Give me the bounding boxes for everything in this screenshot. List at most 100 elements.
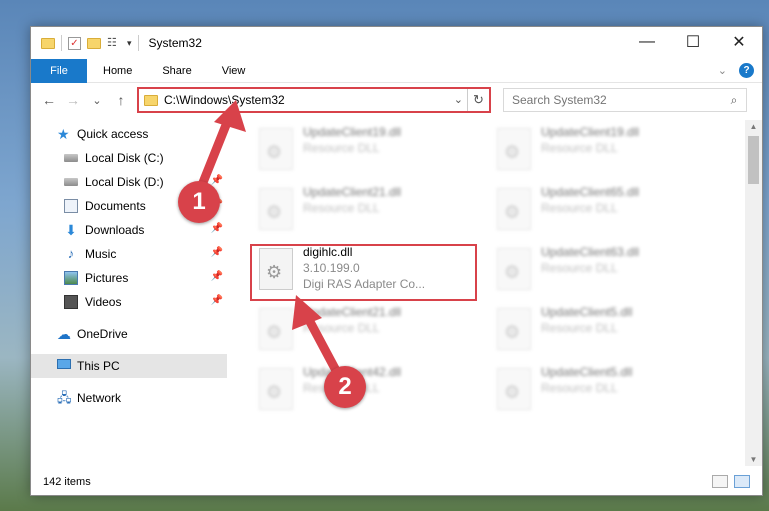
file-name: UpdateClient19.dll bbox=[303, 125, 402, 139]
sidebar-item-label: Local Disk (D:) bbox=[85, 175, 164, 189]
search-box[interactable]: ⌕ bbox=[503, 88, 747, 112]
title-bar: ✓ ☷ ▾ System32 — ☐ ✕ bbox=[31, 27, 762, 59]
network-icon: 🖧 bbox=[57, 390, 72, 405]
dll-file-icon bbox=[259, 308, 293, 350]
file-item[interactable]: UpdateClient5.dll Resource DLL bbox=[489, 364, 709, 416]
help-icon[interactable]: ? bbox=[739, 63, 754, 78]
view-options-icon[interactable]: ☷ bbox=[107, 36, 121, 50]
tab-view[interactable]: View bbox=[206, 59, 260, 83]
quick-access-toolbar: ✓ ☷ ▾ bbox=[31, 35, 139, 51]
file-meta: Resource DLL bbox=[541, 381, 618, 395]
sidebar-item-pictures[interactable]: Pictures 📌 bbox=[31, 266, 227, 290]
file-explorer-window: ✓ ☷ ▾ System32 — ☐ ✕ File Home Share Vie… bbox=[30, 26, 763, 496]
navigation-bar: ← → ⌄ ↑ C:\Windows\System32 ⌄ ↻ ⌕ bbox=[31, 84, 762, 116]
dll-file-icon bbox=[259, 368, 293, 410]
back-button[interactable]: ← bbox=[37, 92, 61, 108]
file-highlight-box bbox=[250, 244, 477, 301]
new-folder-icon[interactable] bbox=[87, 37, 101, 49]
address-bar[interactable]: C:\Windows\System32 ⌄ ↻ bbox=[137, 87, 491, 113]
music-icon: ♪ bbox=[67, 246, 75, 261]
dll-file-icon bbox=[497, 368, 531, 410]
file-item[interactable]: UpdateClient19.dll Resource DLL bbox=[251, 124, 471, 176]
search-input[interactable] bbox=[504, 93, 722, 107]
scroll-up-icon[interactable]: ▲ bbox=[745, 122, 762, 131]
forward-button[interactable]: → bbox=[61, 92, 85, 108]
dll-file-icon bbox=[259, 188, 293, 230]
pin-icon: 📌 bbox=[210, 271, 223, 282]
ribbon-tabs: File Home Share View ⌄ ? bbox=[31, 58, 762, 83]
file-item[interactable]: UpdateClient5.dll Resource DLL bbox=[489, 304, 709, 356]
file-item[interactable]: UpdateClient21.dll Resource DLL bbox=[251, 184, 471, 236]
minimize-button[interactable]: — bbox=[624, 27, 670, 57]
sidebar-item-label: Downloads bbox=[85, 223, 145, 237]
sidebar-item-label: OneDrive bbox=[77, 327, 128, 341]
window-title: System32 bbox=[148, 36, 202, 50]
dll-file-icon bbox=[497, 188, 531, 230]
sidebar-item-label: Documents bbox=[85, 199, 146, 213]
address-dropdown-icon[interactable]: ⌄ bbox=[454, 93, 463, 106]
refresh-icon[interactable]: ↻ bbox=[467, 89, 489, 111]
file-name: UpdateClient65.dll bbox=[541, 185, 640, 199]
scroll-down-icon[interactable]: ▼ bbox=[745, 455, 762, 464]
file-meta: Resource DLL bbox=[303, 321, 380, 335]
tiles-view-icon[interactable] bbox=[734, 475, 750, 488]
pin-icon: 📌 bbox=[210, 175, 223, 186]
dll-file-icon bbox=[259, 128, 293, 170]
item-count: 142 items bbox=[43, 476, 91, 488]
sidebar-item-quick-access[interactable]: ★ Quick access bbox=[31, 122, 227, 146]
sidebar-item-onedrive[interactable]: ☁ OneDrive bbox=[31, 322, 227, 346]
close-button[interactable]: ✕ bbox=[716, 27, 762, 57]
tab-share[interactable]: Share bbox=[146, 59, 205, 83]
cloud-icon: ☁ bbox=[57, 326, 71, 342]
view-switcher bbox=[712, 475, 750, 488]
file-meta: Resource DLL bbox=[303, 201, 380, 215]
sidebar-item-this-pc[interactable]: This PC bbox=[31, 354, 227, 378]
up-button[interactable]: ↑ bbox=[109, 92, 133, 108]
dll-file-icon bbox=[497, 128, 531, 170]
sidebar-item-label: Pictures bbox=[85, 271, 129, 285]
documents-icon bbox=[64, 199, 78, 213]
status-bar: 142 items bbox=[31, 469, 762, 495]
step-2-badge: 2 bbox=[324, 366, 366, 408]
address-path[interactable]: C:\Windows\System32 bbox=[164, 93, 285, 107]
dll-file-icon bbox=[497, 248, 531, 290]
folder-icon bbox=[144, 94, 158, 106]
expand-ribbon-icon[interactable]: ⌄ bbox=[718, 64, 727, 77]
sidebar-item-videos[interactable]: Videos 📌 bbox=[31, 290, 227, 314]
tab-home[interactable]: Home bbox=[87, 59, 146, 83]
separator bbox=[137, 35, 139, 51]
file-name: UpdateClient5.dll bbox=[541, 365, 633, 379]
properties-icon[interactable]: ✓ bbox=[68, 36, 81, 50]
maximize-button[interactable]: ☐ bbox=[670, 27, 716, 57]
tab-file[interactable]: File bbox=[31, 58, 87, 83]
details-view-icon[interactable] bbox=[712, 475, 728, 488]
file-item[interactable]: UpdateClient19.dll Resource DLL bbox=[489, 124, 709, 176]
recent-locations-button[interactable]: ⌄ bbox=[85, 94, 109, 107]
pin-icon: 📌 bbox=[210, 223, 223, 234]
sidebar-item-label: Local Disk (C:) bbox=[85, 151, 164, 165]
file-meta: Resource DLL bbox=[541, 261, 618, 275]
videos-icon bbox=[64, 295, 78, 309]
file-name: UpdateClient21.dll bbox=[303, 305, 402, 319]
search-icon[interactable]: ⌕ bbox=[722, 93, 746, 108]
drive-icon bbox=[64, 154, 78, 162]
file-meta: Resource DLL bbox=[541, 321, 618, 335]
customize-toolbar-icon[interactable]: ▾ bbox=[127, 38, 132, 49]
sidebar-item-label: Network bbox=[77, 391, 122, 405]
folder-icon bbox=[41, 37, 55, 49]
vertical-scrollbar[interactable]: ▲ ▼ bbox=[745, 120, 762, 466]
sidebar-item-network[interactable]: 🖧 Network bbox=[31, 386, 227, 410]
file-item[interactable]: UpdateClient63.dll Resource DLL bbox=[489, 244, 709, 296]
file-item[interactable]: UpdateClient65.dll Resource DLL bbox=[489, 184, 709, 236]
navigation-pane: ★ Quick access Local Disk (C:) Local Dis… bbox=[31, 122, 227, 462]
dll-file-icon bbox=[497, 308, 531, 350]
scrollbar-thumb[interactable] bbox=[748, 136, 759, 184]
sidebar-item-music[interactable]: ♪ Music 📌 bbox=[31, 242, 227, 266]
pin-icon: 📌 bbox=[210, 247, 223, 258]
file-meta: Resource DLL bbox=[541, 141, 618, 155]
sidebar-item-local-disk-c[interactable]: Local Disk (C:) bbox=[31, 146, 227, 170]
step-1-badge: 1 bbox=[178, 181, 220, 223]
pictures-icon bbox=[64, 271, 78, 285]
file-item[interactable]: UpdateClient21.dll Resource DLL bbox=[251, 304, 471, 356]
sidebar-item-label: Music bbox=[85, 247, 117, 261]
